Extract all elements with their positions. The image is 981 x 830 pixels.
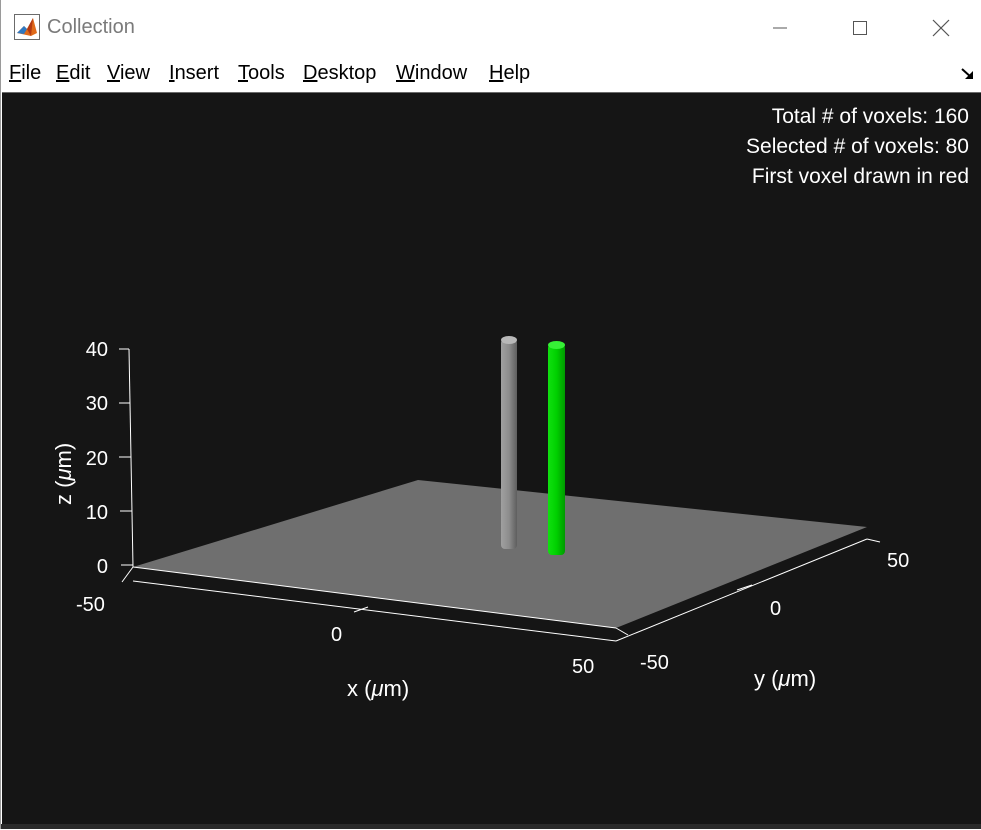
figure-window: Collection File Edit View Insert Tools D… <box>0 0 981 829</box>
title-bar[interactable]: Collection <box>1 0 981 56</box>
minimize-button[interactable] <box>757 8 803 48</box>
x-axis-label-suffix: m) <box>384 676 410 701</box>
menu-insert-rest: nsert <box>174 62 220 84</box>
z-axis <box>119 348 134 568</box>
figure-canvas[interactable]: Total # of voxels: 160 Selected # of vox… <box>2 92 981 829</box>
z-axis-label-mu: μ <box>51 468 76 481</box>
menu-tools-rest: ools <box>248 62 285 84</box>
x-axis-label: x (μm) <box>347 676 409 701</box>
menu-edit-accel: E <box>56 62 70 84</box>
menu-tools[interactable]: Tools <box>238 62 285 85</box>
menu-insert[interactable]: Insert <box>169 62 219 85</box>
menu-edit-rest: dit <box>69 62 91 84</box>
y-tick-0: 0 <box>770 598 781 620</box>
x-tick-0: 0 <box>331 624 342 646</box>
bottom-edge <box>1 824 981 829</box>
plot-3d-axes[interactable]: 40 30 20 10 0 -50 0 50 -50 0 50 x (μm) y… <box>2 93 981 830</box>
matlab-logo-icon <box>14 14 40 40</box>
menu-view[interactable]: View <box>107 62 150 85</box>
menu-help-accel: H <box>489 62 504 84</box>
y-tick-50: 50 <box>887 550 909 572</box>
menu-file-accel: F <box>9 62 22 84</box>
x-axis-label-prefix: x ( <box>347 676 372 701</box>
maximize-button[interactable] <box>837 8 883 48</box>
menu-view-rest: iew <box>119 62 150 84</box>
y-axis-label-suffix: m) <box>791 666 817 691</box>
y-tick-neg50: -50 <box>640 652 669 674</box>
close-icon <box>932 19 950 37</box>
menu-help[interactable]: Help <box>489 62 530 85</box>
maximize-icon <box>853 21 867 35</box>
menu-file[interactable]: File <box>9 62 41 85</box>
z-axis-label: z (μm) <box>51 443 76 505</box>
z-axis-label-prefix: z ( <box>51 480 76 505</box>
x-axis-label-mu: μ <box>370 676 383 701</box>
z-tick-10: 10 <box>86 502 108 524</box>
z-tick-20: 20 <box>86 448 108 470</box>
y-axis-label: y (μm) <box>754 666 816 691</box>
minimize-icon <box>773 27 787 29</box>
menu-window-rest: indow <box>414 62 468 84</box>
x-tick-neg50: -50 <box>76 594 105 616</box>
z-tick-0: 0 <box>97 556 108 578</box>
close-button[interactable] <box>918 8 964 48</box>
menu-desktop[interactable]: Desktop <box>303 62 376 85</box>
window-title: Collection <box>47 16 135 38</box>
menu-help-rest: elp <box>503 62 531 84</box>
z-axis-label-suffix: m) <box>51 443 76 469</box>
y-axis-label-prefix: y ( <box>754 666 779 691</box>
z-tick-40: 40 <box>86 339 108 361</box>
menu-desktop-rest: esktop <box>317 62 377 84</box>
menu-view-accel: V <box>107 62 120 84</box>
gray-voxel-column <box>501 336 517 549</box>
menu-file-rest: ile <box>21 62 42 84</box>
menu-window[interactable]: Window <box>396 62 467 85</box>
menu-tools-accel: T <box>238 62 248 84</box>
dock-arrow-icon[interactable] <box>959 65 977 83</box>
z-tick-30: 30 <box>86 393 108 415</box>
x-tick-50: 50 <box>572 656 594 678</box>
menu-bar: File Edit View Insert Tools Desktop Wind… <box>1 56 981 92</box>
menu-desktop-accel: D <box>303 62 318 84</box>
menu-edit[interactable]: Edit <box>56 62 90 85</box>
y-axis-label-mu: μ <box>777 666 790 691</box>
green-voxel-column <box>548 341 565 555</box>
menu-window-accel: W <box>396 62 415 84</box>
floor-plane <box>133 480 867 628</box>
